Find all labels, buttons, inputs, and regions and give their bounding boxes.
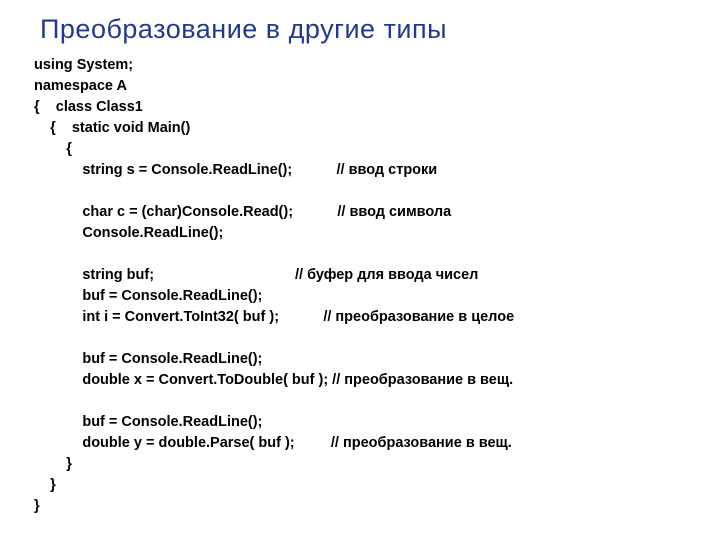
code-block: using System; namespace A { class Class1… bbox=[34, 55, 692, 517]
slide: Преобразование в другие типы using Syste… bbox=[0, 0, 720, 540]
page-title: Преобразование в другие типы bbox=[40, 14, 692, 45]
